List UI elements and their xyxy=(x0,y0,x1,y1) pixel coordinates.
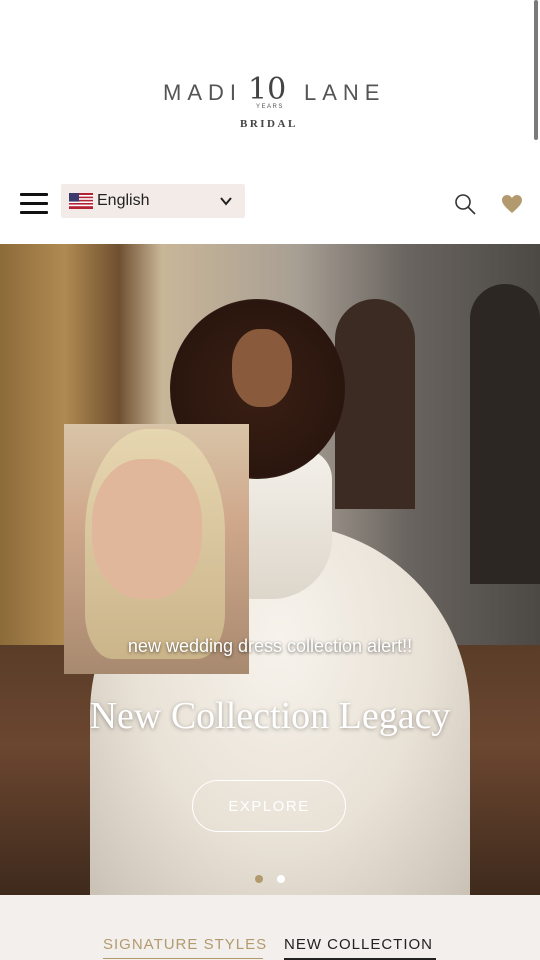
tab-underline-signature xyxy=(103,958,263,959)
logo-text-lane: LANE xyxy=(304,80,386,105)
carousel-dots xyxy=(255,875,295,885)
hero-title: New Collection Legacy xyxy=(89,695,451,737)
site-header: MADI 10 YEARS LANE BRIDAL xyxy=(0,0,540,165)
explore-button[interactable]: EXPLORE xyxy=(192,780,346,832)
language-label: English xyxy=(97,192,150,209)
us-flag-icon xyxy=(69,193,93,209)
hero-arch-right xyxy=(470,284,540,584)
brand-logo[interactable]: MADI 10 YEARS LANE BRIDAL xyxy=(0,70,540,140)
carousel-dot-1[interactable] xyxy=(255,875,263,883)
hero-caption: new wedding dress collection alert!! xyxy=(127,636,413,656)
hero-banner[interactable]: new wedding dress collection alert!! New… xyxy=(0,244,540,895)
tab-new-collection[interactable]: NEW COLLECTION xyxy=(284,936,433,953)
logo-text-madi: MADI xyxy=(163,80,242,105)
tab-signature-styles[interactable]: SIGNATURE STYLES xyxy=(103,936,267,953)
search-icon[interactable] xyxy=(453,192,477,216)
carousel-dot-2[interactable] xyxy=(277,875,285,883)
menu-icon[interactable] xyxy=(20,193,50,215)
hero-model-face xyxy=(232,329,292,407)
logo-text-bridal: BRIDAL xyxy=(240,118,298,130)
collection-tabs: SIGNATURE STYLES NEW COLLECTION xyxy=(0,895,540,960)
logo-ten: 10 xyxy=(248,72,287,107)
logo-years: YEARS xyxy=(256,104,284,110)
chevron-down-icon xyxy=(220,197,232,206)
language-selector[interactable]: English xyxy=(61,184,245,218)
heart-icon[interactable] xyxy=(500,192,524,216)
hero-arch xyxy=(335,299,415,509)
scrollbar[interactable] xyxy=(534,0,538,140)
hero-overlay-face xyxy=(92,459,202,599)
